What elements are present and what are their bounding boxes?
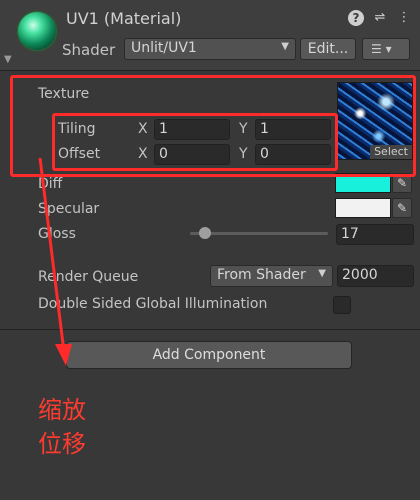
annotation-text-scale: 缩放 xyxy=(38,396,86,424)
annotation-arrow-line xyxy=(38,157,66,353)
annotation-arrowhead xyxy=(55,344,72,366)
annotation-text-offset: 位移 xyxy=(38,430,86,458)
